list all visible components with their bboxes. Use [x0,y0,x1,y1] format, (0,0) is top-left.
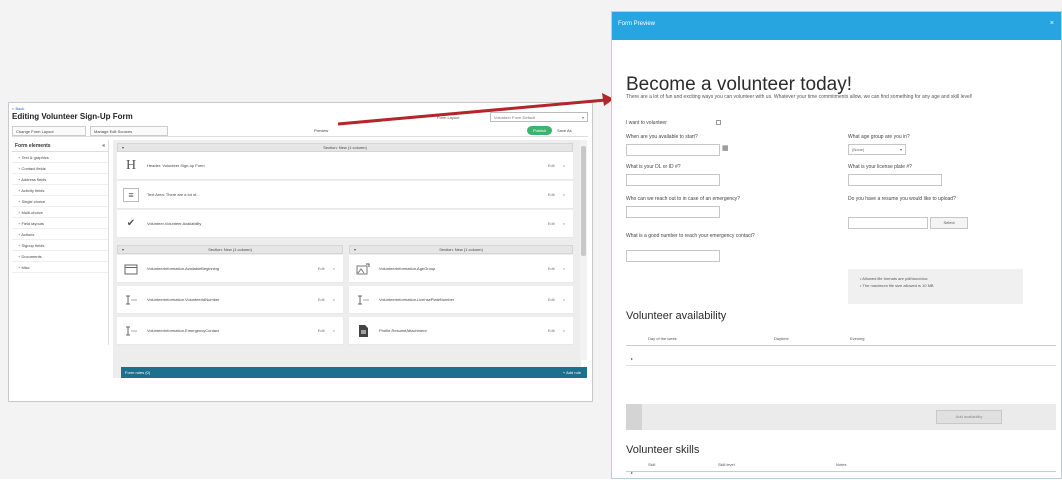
availability-grid-footer: Add availability [626,404,1056,430]
skills-grid-row[interactable]: ▸ [626,466,1056,480]
available-start-input[interactable] [626,144,720,156]
resume-label: Do you have a resume you would like to u… [848,196,956,202]
availability-heading: Volunteer availability [626,310,727,322]
license-plate-label: What is your license plate #? [848,164,912,170]
resume-file-input[interactable] [848,217,928,229]
close-icon[interactable]: × [1050,20,1054,27]
screenshot-stage: < Back Editing Volunteer Sign-Up Form Fo… [0,0,1062,479]
select-file-button[interactable]: Select [930,217,968,229]
column-header[interactable]: Evening [850,336,864,341]
chevron-down-icon: ▾ [899,147,902,152]
info-line: The maximum file size allowed is 10 MB [860,282,1011,289]
license-plate-input[interactable] [848,174,942,186]
column-header[interactable]: Daytime [774,336,789,341]
row-marker-icon: ▸ [631,470,634,475]
form-intro-text: There are a lot of fun and exciting ways… [626,94,973,100]
emergency-phone-input[interactable] [626,250,720,262]
age-group-select[interactable]: (None) ▾ [848,144,906,155]
emergency-contact-input[interactable] [626,206,720,218]
age-group-value: (None) [852,147,865,152]
availability-grid-header: Day of the week Daytime Evening [626,332,1056,346]
upload-info-box: Allowed file formats are pdf/docx/doc Th… [848,269,1023,304]
form-preview-dialog: Form Preview × Become a volunteer today!… [611,11,1062,479]
dl-id-label: What is your DL or ID #? [626,164,681,170]
age-group-label: What age group are you in? [848,134,910,140]
availability-grid-row[interactable]: ▸ [626,352,1056,366]
grid-gutter [626,404,642,430]
calendar-icon[interactable]: ▦ [722,144,729,152]
add-availability-button[interactable]: Add availability [936,410,1002,424]
emergency-phone-label: What is a good number to reach your emer… [626,233,755,239]
dl-id-input[interactable] [626,174,720,186]
want-to-volunteer-label: I want to volunteer [626,120,667,126]
dialog-title: Form Preview [618,21,656,27]
row-marker-icon: ▸ [631,356,634,361]
preview-body: Become a volunteer today! There are a lo… [612,40,1062,480]
emergency-contact-label: Who can we reach out to in case of an em… [626,196,740,202]
info-line: Allowed file formats are pdf/docx/doc [860,275,1011,282]
want-to-volunteer-checkbox[interactable] [716,120,721,125]
available-start-label: When are you available to start? [626,134,698,140]
dialog-titlebar: Form Preview × [612,12,1061,40]
column-header[interactable]: Day of the week [648,336,677,341]
skills-heading: Volunteer skills [626,444,700,456]
